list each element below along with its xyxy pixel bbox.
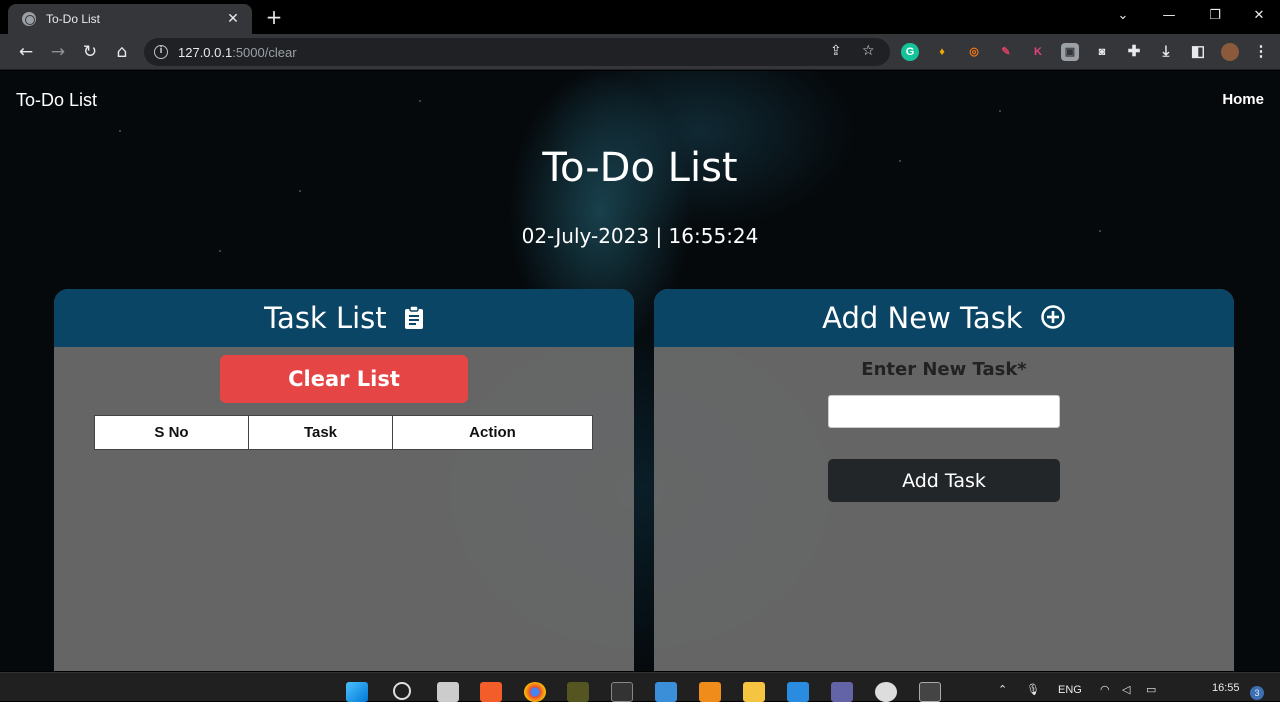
extension-icon[interactable]: ▣ <box>1061 43 1079 61</box>
side-panel-icon[interactable]: ◧ <box>1189 43 1207 61</box>
clock-time[interactable]: 16:55 <box>1212 682 1240 694</box>
site-info-icon[interactable]: i <box>154 45 168 59</box>
teams-icon[interactable] <box>831 682 853 702</box>
chrome-icon[interactable] <box>524 682 546 702</box>
clear-list-button[interactable]: Clear List <box>220 355 468 403</box>
close-tab-icon[interactable]: ✕ <box>224 11 242 27</box>
column-header-task: Task <box>248 415 393 450</box>
download-icon[interactable]: ⤓ <box>1157 43 1175 61</box>
windows-start-icon[interactable] <box>346 682 368 702</box>
app-icon[interactable] <box>567 682 589 702</box>
extension-icon[interactable]: ♦ <box>933 43 951 61</box>
task-list-title: Task List <box>264 301 387 335</box>
menu-kebab-icon[interactable]: ⋮ <box>1252 43 1270 61</box>
task-list-header: Task List <box>54 289 634 347</box>
browser-toolbar: ← → ↻ ⌂ i 127.0.0.1:5000/clear ⇪ ☆ G ♦ ◎… <box>0 34 1280 70</box>
vscode-icon[interactable] <box>787 682 809 702</box>
cmd-icon[interactable] <box>919 682 941 702</box>
close-window-button[interactable]: ✕ <box>1236 4 1280 28</box>
add-task-header: Add New Task <box>654 289 1234 347</box>
terminal-icon[interactable] <box>611 682 633 702</box>
task-table-header-row: S No Task Action <box>94 415 593 450</box>
browser-tab[interactable]: To-Do List ✕ <box>8 4 252 34</box>
url-path: :5000/clear <box>232 44 297 60</box>
forward-icon[interactable]: → <box>46 40 70 64</box>
wifi-icon[interactable]: ◠ <box>1100 683 1110 696</box>
tray-chevron-icon[interactable]: ⌃ <box>998 683 1007 696</box>
share-icon[interactable]: ⇪ <box>830 43 842 59</box>
address-bar[interactable]: i 127.0.0.1:5000/clear ⇪ ☆ <box>144 38 890 66</box>
page-title: To-Do List <box>542 145 738 191</box>
bookmark-star-icon[interactable]: ☆ <box>862 43 875 59</box>
url-host: 127.0.0.1 <box>178 44 233 60</box>
extension-icon[interactable]: ◎ <box>965 43 983 61</box>
globe-icon <box>22 12 36 26</box>
maximize-button[interactable]: ❐ <box>1192 4 1238 28</box>
browser-tabstrip: To-Do List ✕ + ⌄ — ❐ ✕ <box>0 0 1280 34</box>
task-list-card: Task List Clear List S No Task Action <box>54 289 634 671</box>
brave-browser-icon[interactable] <box>480 682 502 702</box>
new-task-input[interactable] <box>828 395 1060 428</box>
minimize-button[interactable]: — <box>1146 4 1192 28</box>
tab-title: To-Do List <box>46 12 101 26</box>
new-task-label: Enter New Task* <box>861 359 1027 380</box>
add-task-card: Add New Task Enter New Task* Add Task <box>654 289 1234 671</box>
add-task-button[interactable]: Add Task <box>828 459 1060 502</box>
add-task-title: Add New Task <box>822 301 1023 335</box>
tab-search-icon[interactable]: ⌄ <box>1100 4 1146 28</box>
page: To-Do List Home To-Do List 02-July-2023 … <box>0 71 1280 671</box>
sublime-text-icon[interactable] <box>699 682 721 702</box>
language-indicator[interactable]: ENG <box>1058 684 1082 696</box>
task-table: S No Task Action <box>94 415 593 450</box>
search-icon[interactable] <box>393 682 411 700</box>
back-icon[interactable]: ← <box>14 40 38 64</box>
profile-avatar[interactable] <box>1221 43 1239 61</box>
task-view-icon[interactable] <box>437 682 459 702</box>
new-tab-button[interactable]: + <box>262 5 286 29</box>
navbar-brand[interactable]: To-Do List <box>16 90 97 111</box>
column-header-s-no: S No <box>94 415 249 450</box>
extension-icon[interactable]: ◙ <box>1093 43 1111 61</box>
app-icon[interactable] <box>655 682 677 702</box>
clipboard-icon <box>404 291 424 349</box>
os-taskbar: ⌃ 🎙 ENG ◠ ◁ ▭ 16:55 3 <box>0 672 1280 702</box>
url-text: 127.0.0.1:5000/clear <box>178 45 297 60</box>
current-datetime: 02-July-2023 | 16:55:24 <box>521 224 759 248</box>
extension-icon[interactable]: K <box>1029 43 1047 61</box>
home-link[interactable]: Home <box>1222 91 1264 108</box>
volume-icon[interactable]: ◁ <box>1122 683 1130 696</box>
notification-badge[interactable]: 3 <box>1250 686 1264 700</box>
puzzle-extensions-icon[interactable]: ✚ <box>1125 43 1143 61</box>
home-icon[interactable]: ⌂ <box>110 40 134 64</box>
extension-icon[interactable]: ✎ <box>997 43 1015 61</box>
grammarly-extension-icon[interactable]: G <box>901 43 919 61</box>
plus-circle-icon <box>1040 291 1066 349</box>
obs-icon[interactable] <box>875 682 897 702</box>
microphone-icon[interactable]: 🎙 <box>1026 683 1040 696</box>
file-explorer-icon[interactable] <box>743 682 765 702</box>
battery-icon[interactable]: ▭ <box>1146 683 1156 696</box>
reload-icon[interactable]: ↻ <box>78 40 102 64</box>
column-header-action: Action <box>392 415 593 450</box>
